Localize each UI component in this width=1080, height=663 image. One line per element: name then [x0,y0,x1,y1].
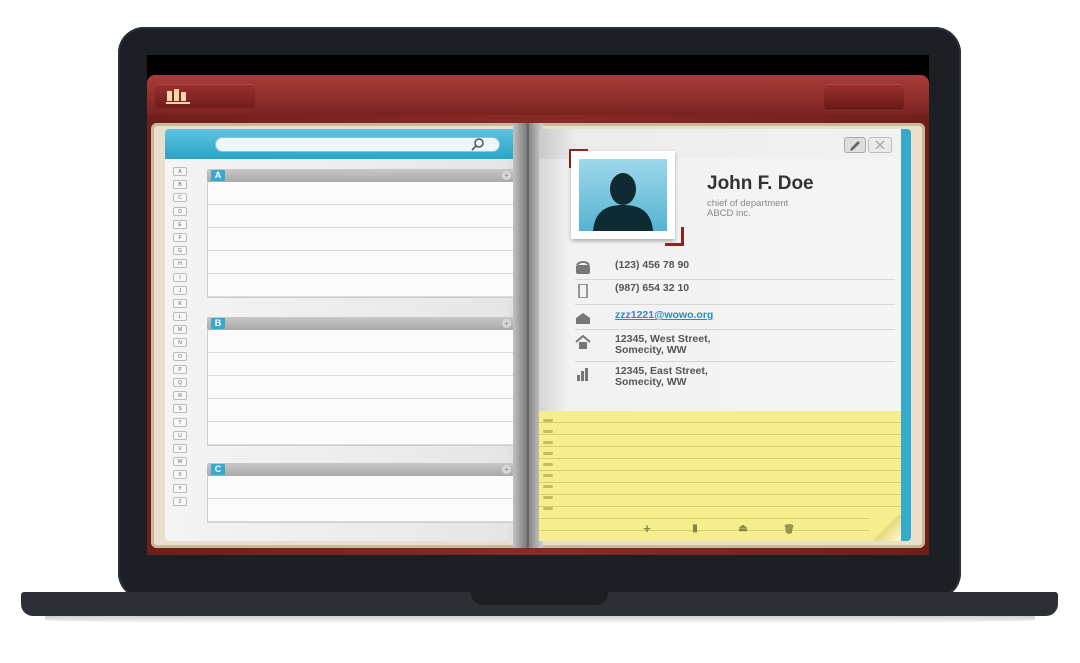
trash-icon[interactable]: 🗑 [781,522,797,536]
list-item[interactable] [208,251,516,274]
notes-toolbar: + ▮ ⏏ 🗑 [639,522,799,538]
index-letter[interactable]: Y [173,483,187,493]
work-address-line2: Somecity, WW [615,376,687,388]
contact-section: C + [207,463,517,523]
list-item[interactable] [208,274,516,297]
index-letter[interactable]: P [173,364,187,374]
list-item[interactable] [208,205,516,228]
list-item[interactable] [208,228,516,251]
index-letter[interactable]: G [173,246,187,256]
building-icon [577,368,588,381]
index-letter[interactable]: D [173,206,187,216]
list-item[interactable] [208,182,516,205]
contact-company: ABCD inc. [707,208,751,219]
mobile-icon [578,284,588,298]
search-bar [165,129,533,159]
index-letter[interactable]: I [173,272,187,282]
list-item[interactable] [208,422,516,445]
index-letter[interactable]: Q [173,378,187,387]
contact-list-page: A B C D E F G H I J K L M N O P Q R S T … [165,129,535,541]
index-letter[interactable]: L [173,312,187,322]
bookmark-icon[interactable]: ▮ [687,522,703,536]
add-contact-icon[interactable]: + [502,319,511,328]
list-item[interactable] [208,499,516,522]
laptop-base-notch [471,592,608,605]
page-edge-accent [901,129,911,541]
section-rows [207,476,517,523]
list-item[interactable] [208,330,516,353]
mail-icon [576,313,590,324]
laptop-shadow [45,616,1035,624]
index-letter[interactable]: M [173,325,187,335]
section-letter: A [211,170,225,181]
person-silhouette-icon [593,173,653,231]
index-letter[interactable]: S [173,404,187,414]
page-curl[interactable] [869,515,901,541]
close-button[interactable] [868,137,892,153]
add-note-icon[interactable]: + [639,522,655,536]
contact-section: A + [207,169,517,298]
index-letter[interactable]: T [173,417,187,427]
email-link[interactable]: zzz1221@wowo.org [615,309,713,321]
list-item[interactable] [208,476,516,499]
screen: A B C D E F G H I J K L M N O P Q R S T … [147,55,929,555]
search-input[interactable] [215,137,500,152]
index-letter[interactable]: N [173,338,187,348]
list-item[interactable] [208,353,516,376]
index-letter[interactable]: X [173,470,187,480]
contact-section: B + [207,317,517,446]
add-contact-icon[interactable]: + [502,171,511,180]
share-icon[interactable]: ⏏ [735,522,751,536]
search-icon[interactable] [470,137,486,151]
index-letter[interactable]: C [173,193,187,203]
avatar[interactable] [579,159,667,231]
photo-corner-bottom-right [665,227,684,246]
phone-field[interactable]: (123) 456 78 90 [575,259,895,280]
index-letter[interactable]: F [173,232,187,242]
notes-binding [539,411,561,541]
contact-detail-page: John F. Doe chief of department ABCD inc… [539,129,911,541]
section-header[interactable]: C + [207,463,517,476]
mobile-field[interactable]: (987) 654 32 10 [575,282,895,305]
section-header[interactable]: B + [207,317,517,330]
section-rows [207,182,517,298]
alphabet-index: A B C D E F G H I J K L M N O P Q R S T … [171,167,193,537]
index-letter[interactable]: W [173,457,187,467]
index-letter[interactable]: O [173,351,187,361]
home-address-field[interactable]: 12345, West Street, Somecity, WW [575,333,895,362]
index-letter[interactable]: R [173,391,187,401]
list-item[interactable] [208,376,516,399]
phone-value: (123) 456 78 90 [615,259,690,271]
index-letter[interactable]: A [173,167,187,176]
close-icon [875,140,885,150]
edit-button[interactable] [844,137,866,153]
pencil-icon [850,141,860,151]
work-address-field[interactable]: 12345, East Street, Somecity, WW [575,365,895,393]
index-letter[interactable]: E [173,219,187,229]
index-letter[interactable]: V [173,443,187,453]
index-letter[interactable]: Z [173,496,187,506]
index-letter[interactable]: B [173,180,187,190]
email-field[interactable]: zzz1221@wowo.org [575,309,895,330]
home-address-line2: Somecity, WW [615,344,687,356]
add-contact-icon[interactable]: + [502,465,511,474]
section-letter: C [211,464,225,475]
list-item[interactable] [208,399,516,422]
app-toolbar [147,75,929,115]
home-icon [575,335,591,349]
index-letter[interactable]: U [173,430,187,440]
section-rows [207,330,517,446]
index-letter[interactable]: J [173,285,187,295]
section-header[interactable]: A + [207,169,517,182]
toolbar-right-button[interactable] [824,84,904,108]
section-letter: B [211,318,225,329]
index-letter[interactable]: K [173,298,187,308]
index-letter[interactable]: H [173,259,187,269]
contacts-book-icon [166,89,190,104]
photo-frame [571,151,675,239]
phone-icon [576,261,590,274]
contact-name: John F. Doe [707,173,814,194]
mobile-value: (987) 654 32 10 [615,282,690,294]
